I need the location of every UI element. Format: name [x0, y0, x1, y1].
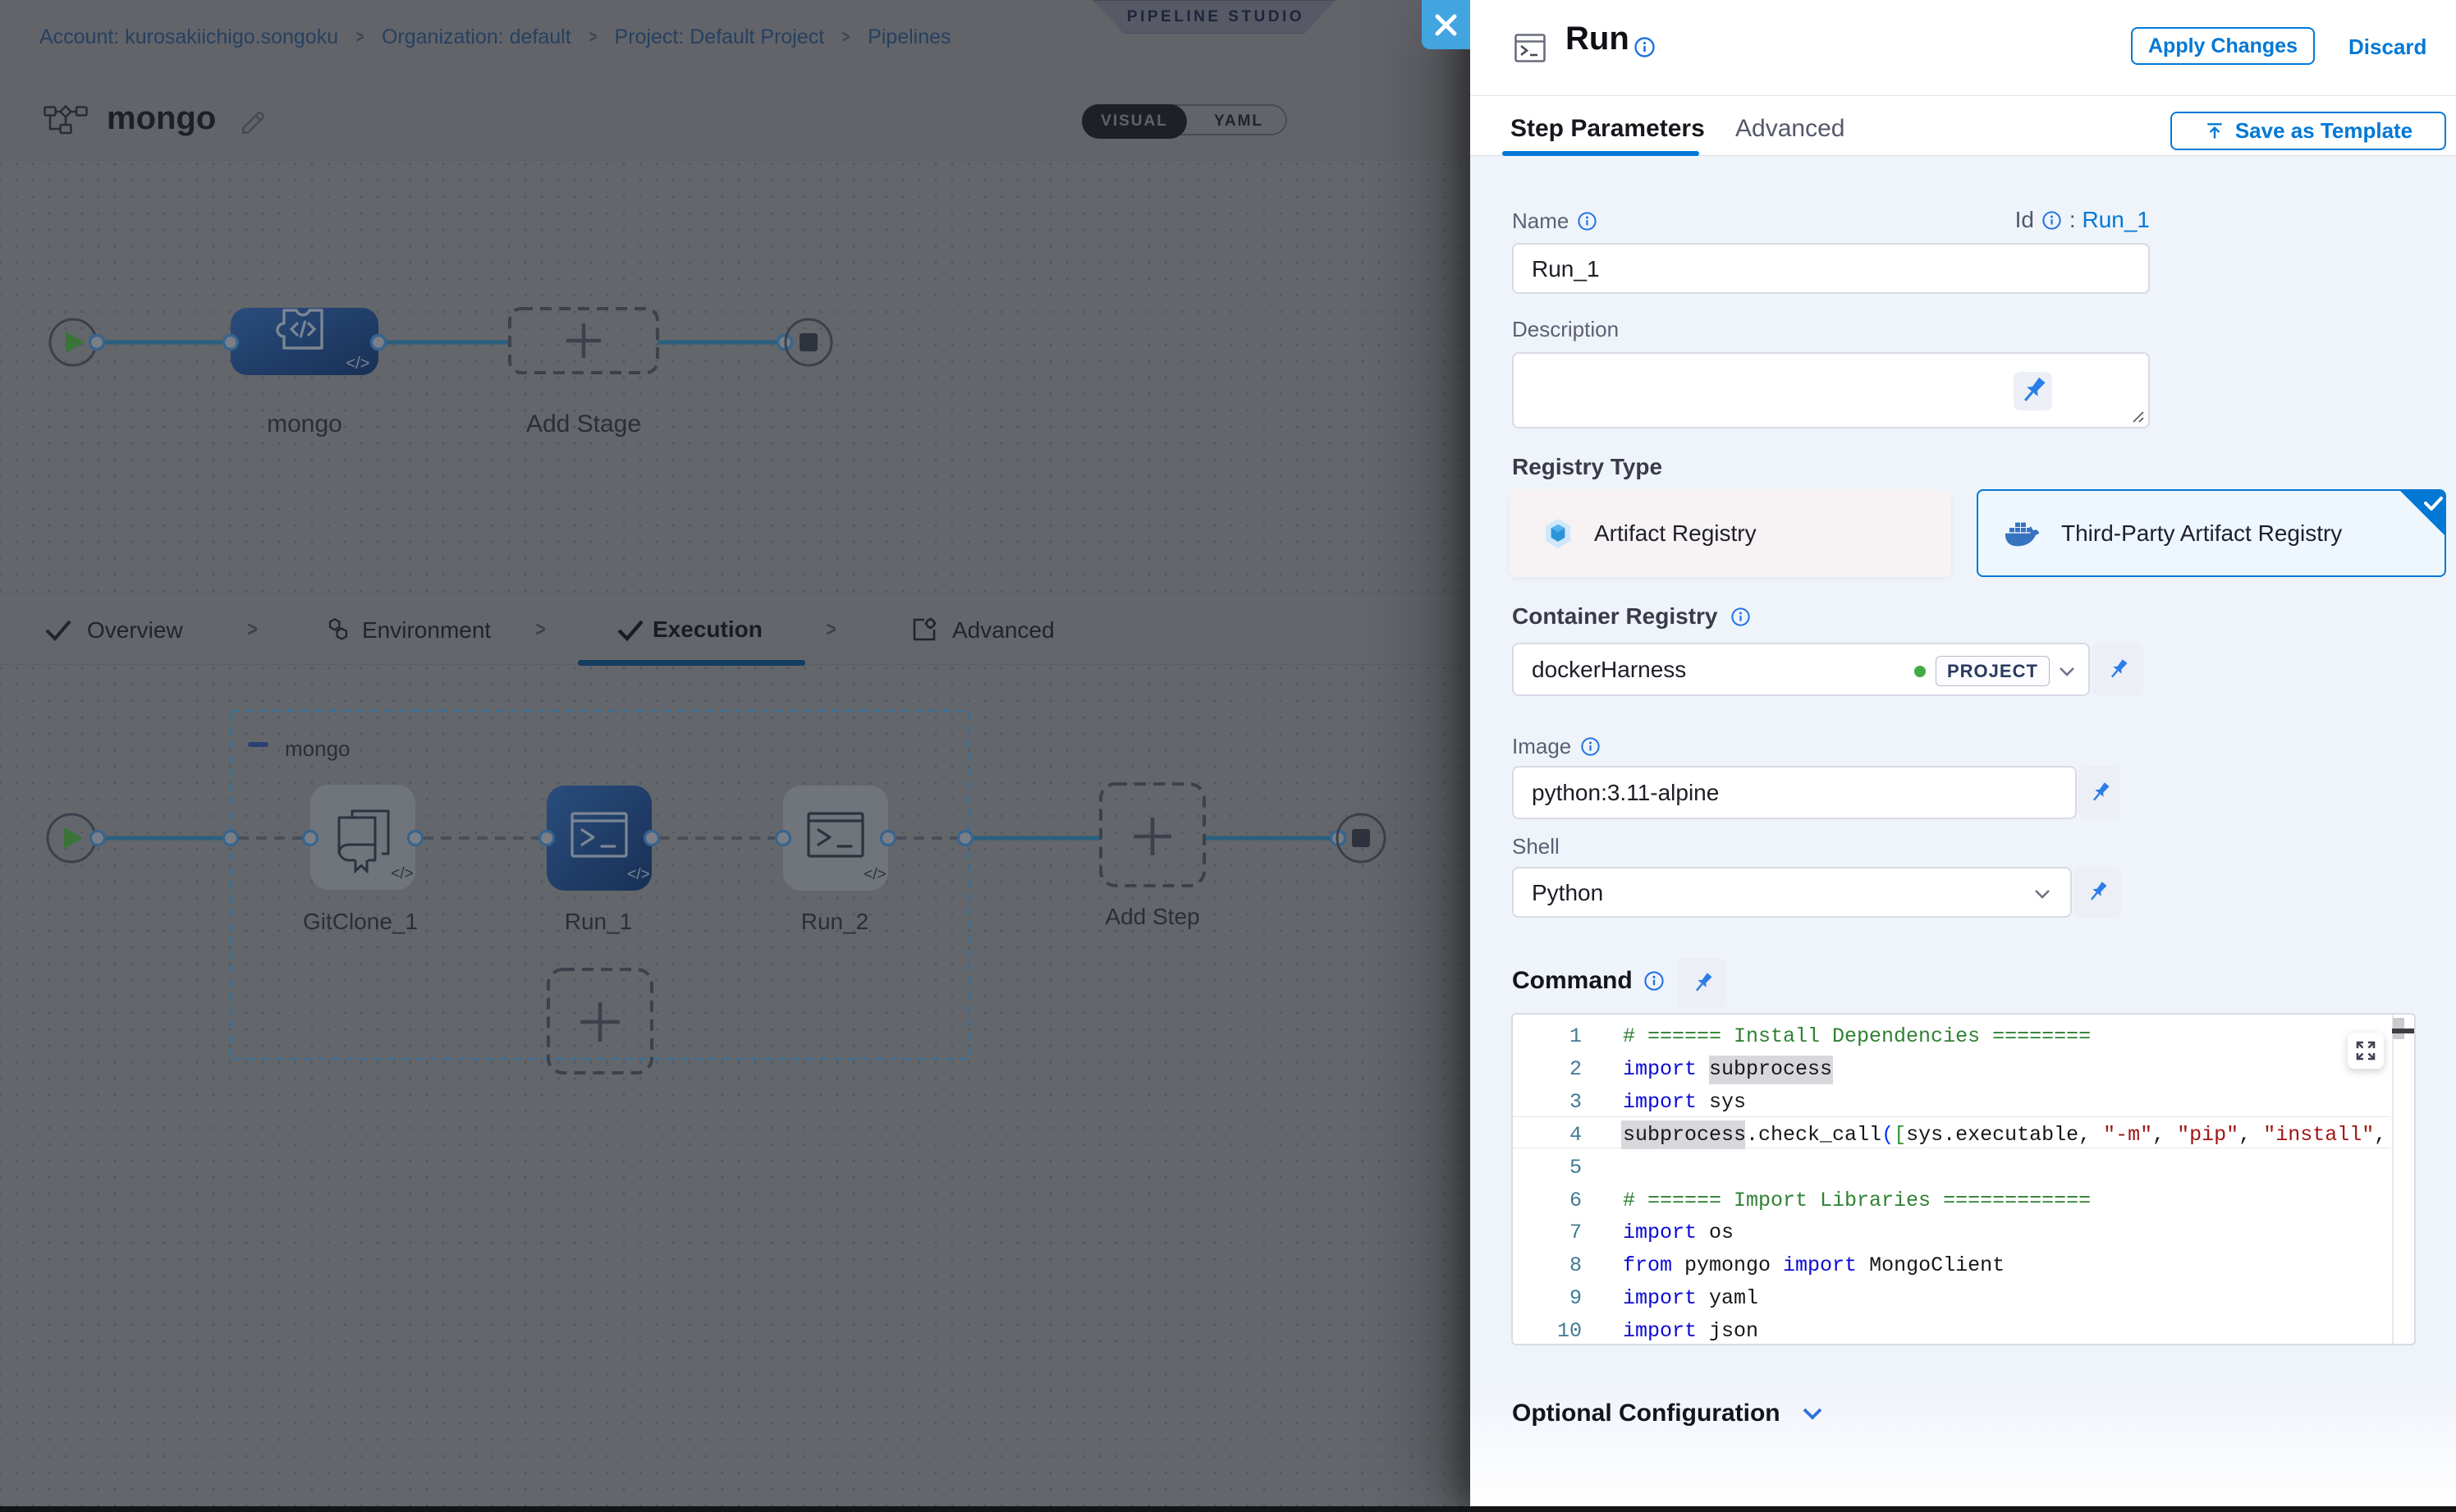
svg-text:Run_1: Run_1 [565, 909, 633, 934]
svg-text:</>: </> [391, 865, 413, 882]
svg-text:mongo: mongo [285, 736, 351, 761]
svg-text:Run_2: Run_2 [801, 909, 869, 934]
svg-text:GitClone_1: GitClone_1 [303, 909, 418, 934]
svg-text:Add Step: Add Step [1105, 904, 1199, 929]
svg-text:</>: </> [864, 866, 886, 883]
svg-text:</>: </> [627, 866, 649, 883]
svg-text:mongo: mongo [267, 410, 342, 438]
svg-text:</>: </> [346, 355, 370, 373]
svg-text:Add Stage: Add Stage [526, 410, 641, 438]
